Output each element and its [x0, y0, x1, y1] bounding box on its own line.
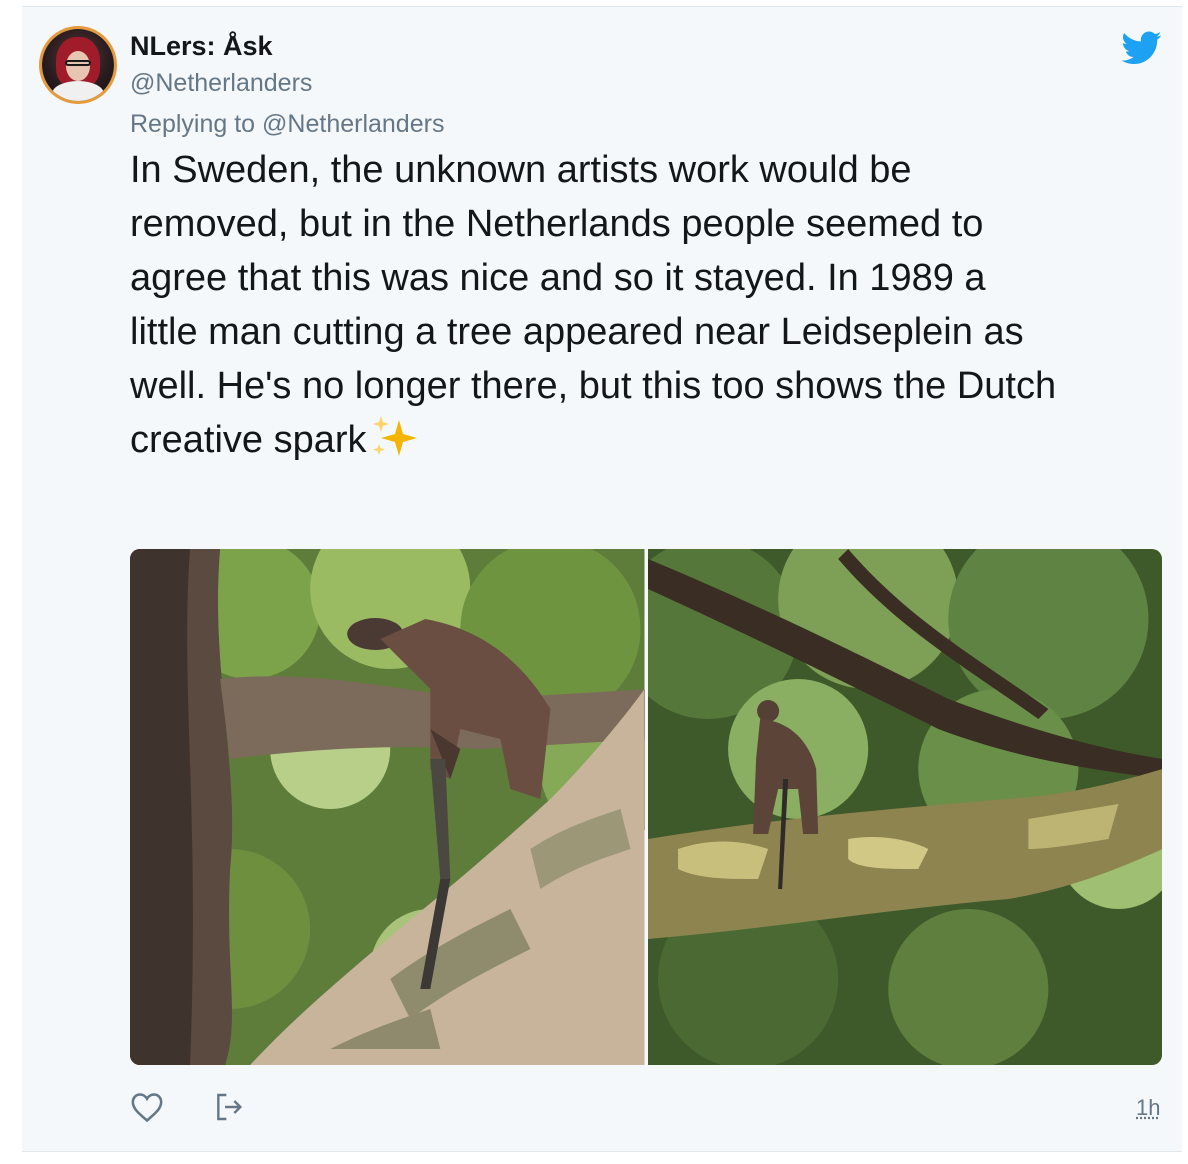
- twitter-bird-icon: [1122, 31, 1162, 64]
- tweet-body: In Sweden, the unknown artists work woul…: [130, 149, 1057, 461]
- avatar[interactable]: [42, 29, 114, 101]
- tweet-card[interactable]: NLers: Åsk @Netherlanders Replying to @N…: [22, 6, 1182, 1152]
- photo-statue-wide[interactable]: [647, 549, 1162, 1065]
- replying-mention[interactable]: @Netherlanders: [262, 110, 444, 138]
- replying-to: Replying to @Netherlanders: [130, 110, 444, 139]
- photo-statue-closeup[interactable]: [130, 549, 645, 1065]
- heart-icon[interactable]: [130, 1091, 164, 1123]
- photo-grid[interactable]: [130, 549, 1162, 1065]
- tweet-text: In Sweden, the unknown artists work woul…: [130, 143, 1170, 467]
- share-icon[interactable]: [212, 1091, 246, 1123]
- sparkles-emoji-icon: [372, 416, 417, 456]
- author-handle[interactable]: @Netherlanders: [130, 69, 312, 98]
- author-name[interactable]: NLers: Åsk: [130, 31, 273, 62]
- replying-prefix: Replying to: [130, 110, 256, 138]
- timestamp[interactable]: 1h: [1136, 1095, 1160, 1121]
